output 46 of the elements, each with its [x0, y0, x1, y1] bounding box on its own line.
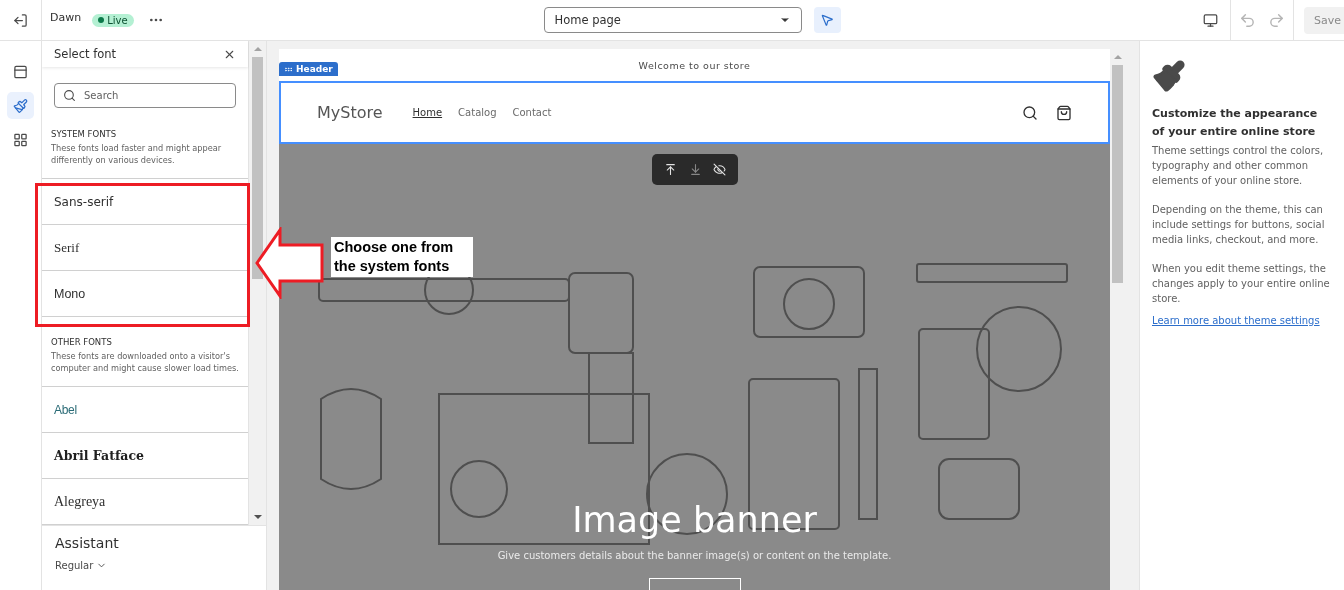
section-tag-label: Header: [296, 64, 333, 74]
nav-link[interactable]: Contact: [512, 107, 552, 118]
section-heading: SYSTEM FONTS: [51, 129, 118, 139]
theme-name: Dawn: [50, 10, 82, 24]
store-logo[interactable]: MyStore: [317, 103, 383, 122]
hide-icon[interactable]: [713, 163, 727, 176]
exit-button[interactable]: [13, 12, 28, 28]
settings-paragraph: Depending on the theme, this can include settings for buttons, social media links, checkout, and more.: [1152, 203, 1326, 247]
move-up-icon[interactable]: [663, 163, 677, 176]
sidebar-tab[interactable]: [7, 92, 34, 119]
callout-arrow: [254, 227, 326, 299]
current-font-name: Assistant: [55, 535, 120, 551]
status-badge: Live: [92, 13, 134, 27]
settings-paragraph: Theme settings control the colors, typography and other common elements of your online store.: [1152, 144, 1325, 188]
banner-button[interactable]: [648, 578, 741, 590]
scrollbar[interactable]: [249, 41, 266, 525]
weight-select[interactable]: Regular: [55, 560, 108, 571]
settings-paragraph: When you edit theme settings, the changes apply to your entire online store.: [1152, 262, 1331, 306]
search-icon[interactable]: [1022, 104, 1038, 121]
page-select[interactable]: Home page: [543, 7, 802, 33]
announcement-text: Welcome to our store: [638, 59, 751, 71]
layout-icon: [13, 63, 28, 80]
paintbrush-icon: [13, 97, 28, 114]
panel-title: Select font: [54, 47, 116, 61]
inspector-button[interactable]: [813, 7, 841, 33]
nav-link[interactable]: Home: [412, 107, 443, 118]
move-down-icon[interactable]: [688, 163, 702, 176]
grip-icon: [284, 64, 293, 74]
shopping-bag-icon[interactable]: [1056, 104, 1072, 121]
settings-title: Customize the appearance of your entire online store: [1152, 106, 1319, 140]
annotation-text: Choose one from the system fonts: [331, 237, 473, 277]
section-description: These fonts are downloaded onto a visitor's computer and might cause slower load times.: [51, 350, 240, 374]
grid-icon: [13, 131, 28, 148]
section-description: These fonts load faster and might appear differently on various devices.: [51, 142, 223, 166]
paintbrush-icon: [1152, 59, 1186, 93]
learn-more-link[interactable]: Learn more about theme settings: [1152, 315, 1332, 326]
section-tag[interactable]: Header: [279, 62, 338, 76]
section-heading: OTHER FONTS: [51, 337, 113, 347]
desktop-icon[interactable]: [1203, 12, 1218, 28]
pointer-icon: [820, 13, 835, 27]
store-header[interactable]: MyStore Home Catalog Contact: [279, 81, 1110, 144]
search-icon: [63, 89, 76, 102]
banner-title: Image banner: [572, 500, 817, 540]
banner-text: Give customers details about the banner image(s) or content on the template.: [497, 550, 892, 561]
search-field[interactable]: Search: [54, 83, 237, 108]
nav-link[interactable]: Catalog: [458, 107, 497, 118]
